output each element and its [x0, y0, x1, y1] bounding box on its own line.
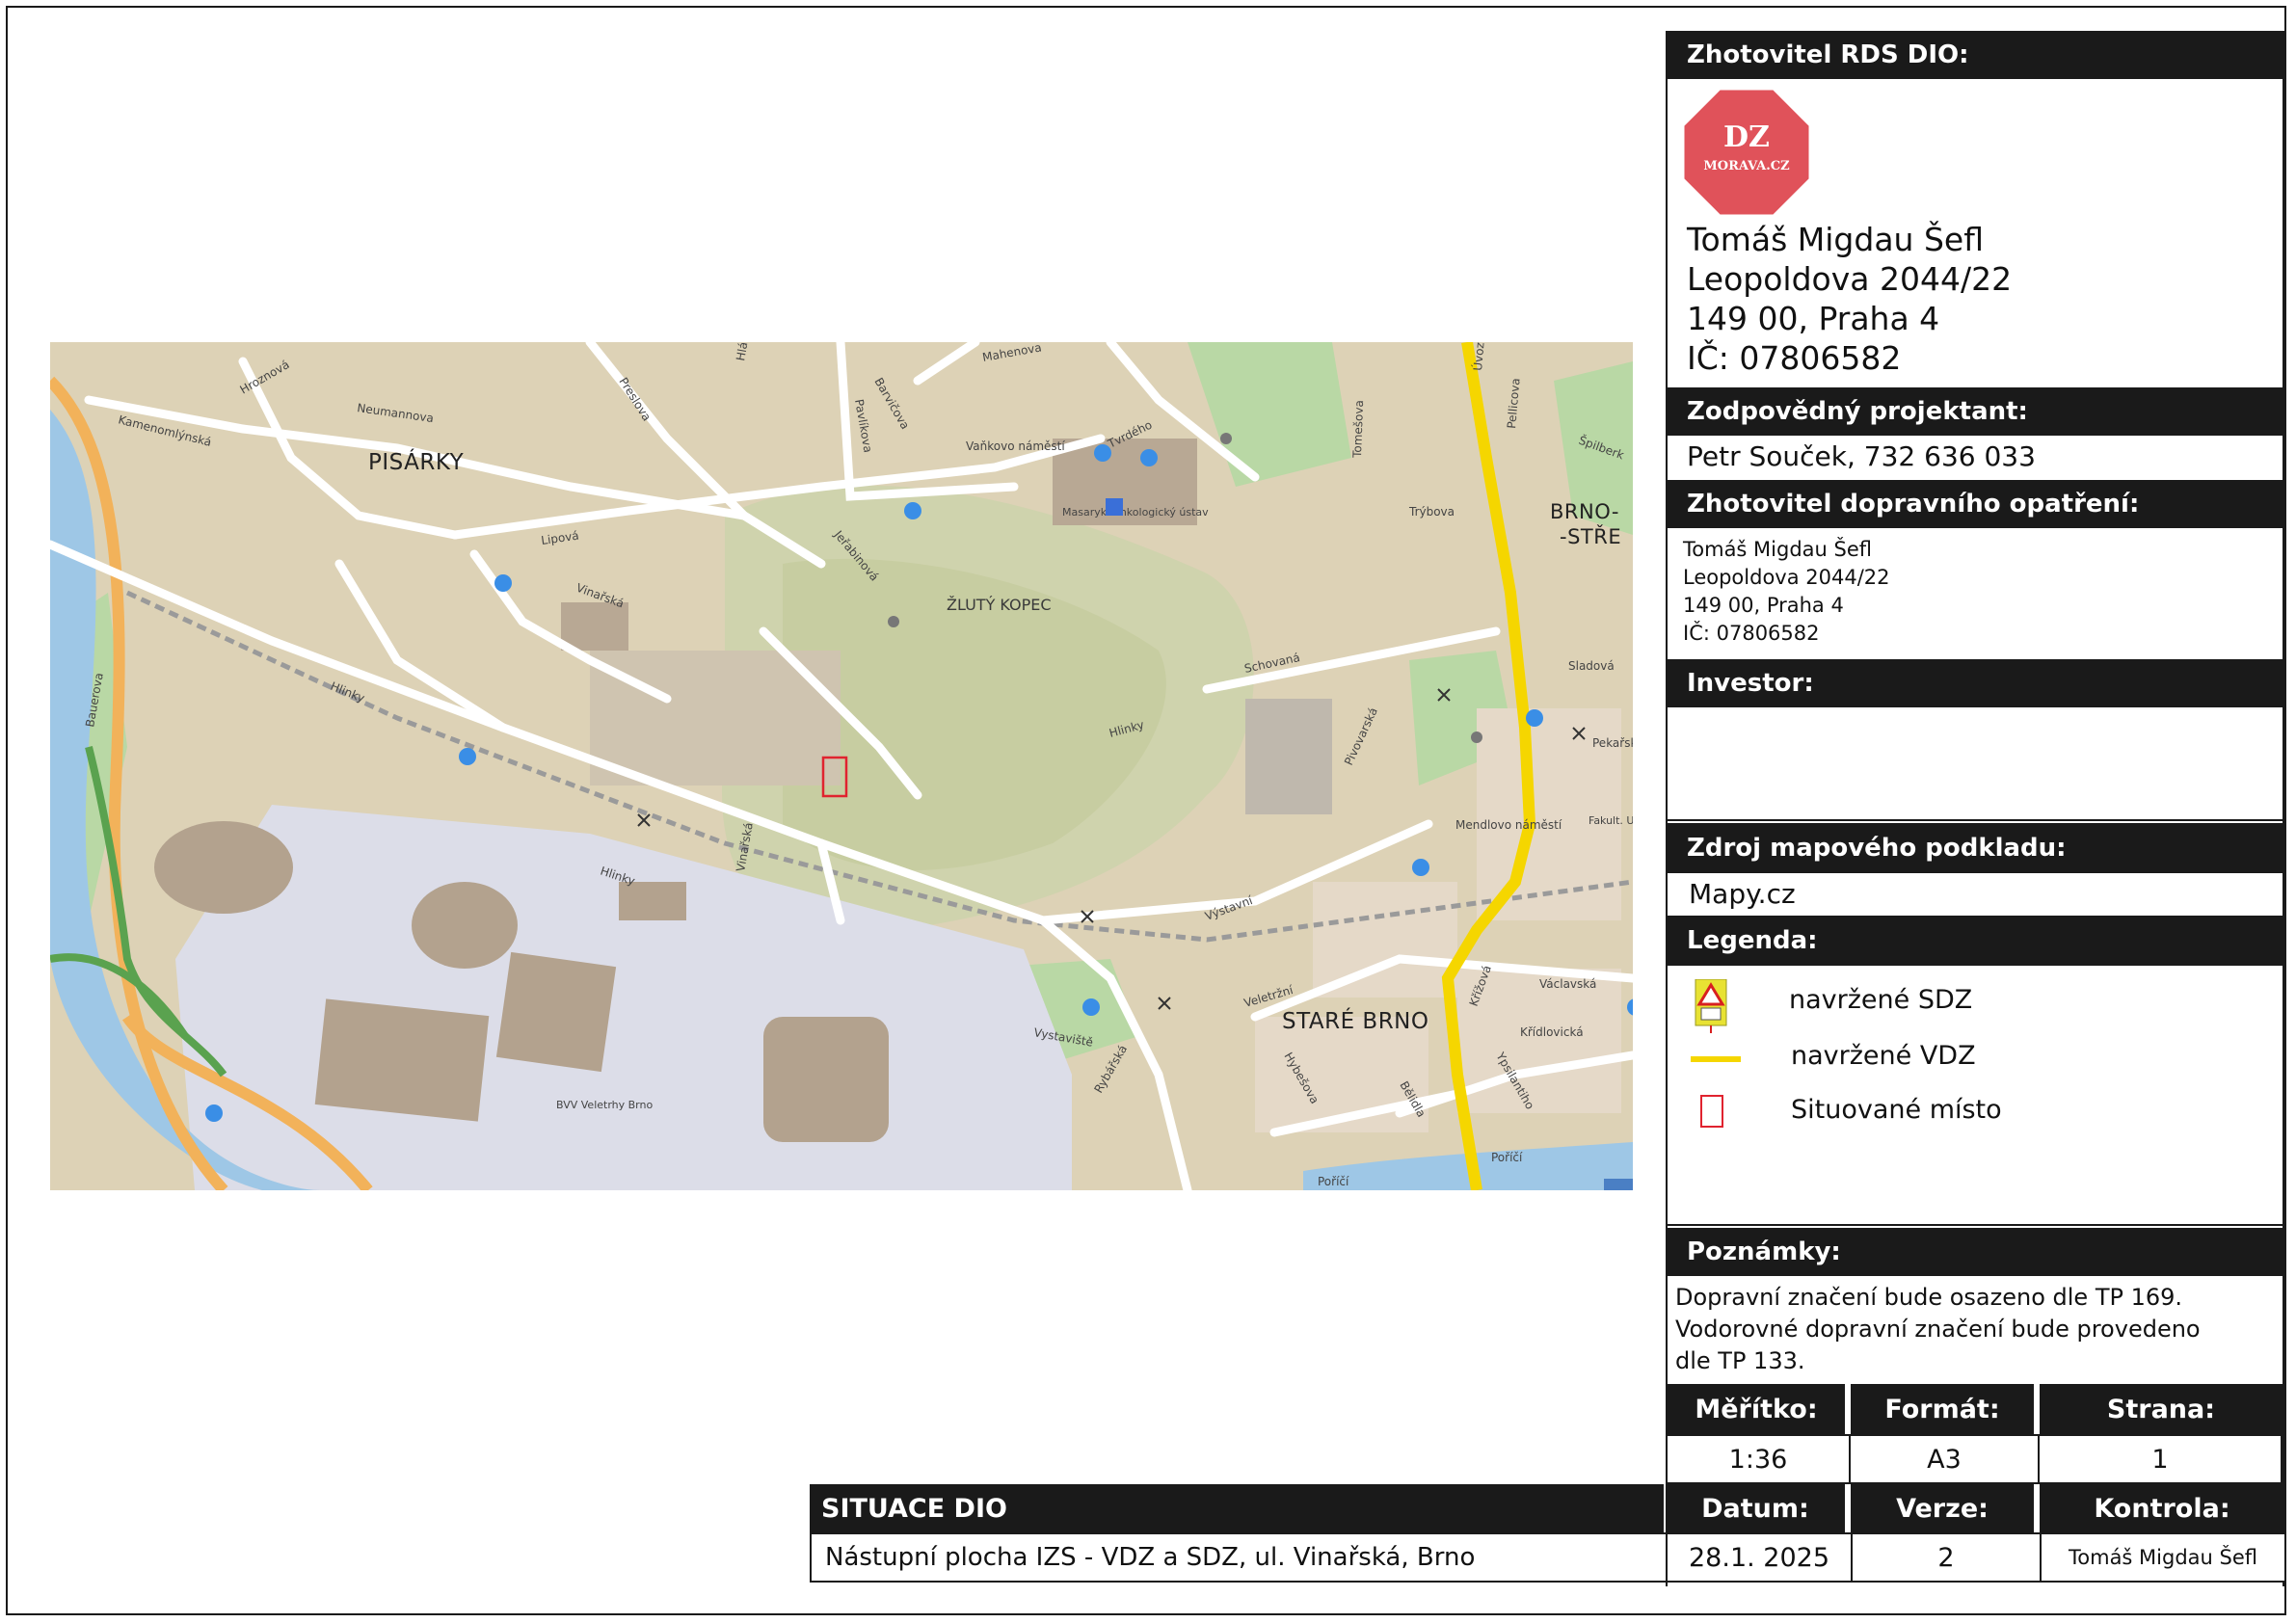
- zhotovitel-street: Leopoldova 2044/22: [1687, 260, 2013, 298]
- legend-label-vdz: navržené VDZ: [1791, 1041, 1976, 1071]
- legenda-header: Legenda:: [1668, 916, 2283, 966]
- zhotovitel-ico: IČ: 07806582: [1687, 339, 1902, 377]
- street-label: Pekařská: [1592, 736, 1633, 750]
- meritko-value: 1:36: [1666, 1434, 1851, 1484]
- sdz-sign-icon: [1695, 979, 1727, 1033]
- vdz-line-icon: [1691, 1056, 1741, 1062]
- verze-value: 2: [1851, 1532, 2042, 1583]
- street-label: Trýbova: [1408, 505, 1455, 519]
- hospital-icon: [1106, 498, 1123, 516]
- format-value: A3: [1849, 1434, 2040, 1484]
- map-view[interactable]: PISÁRKY ŽLUTÝ KOPEC STARÉ BRNO BRNO--STŘ…: [50, 342, 1633, 1190]
- format-label: Formát:: [1851, 1384, 2034, 1434]
- street-label: Poříčí: [1491, 1151, 1523, 1164]
- street-label: Mendlovo náměstí: [1455, 818, 1562, 832]
- poi-label: Masaryk. onkologický ústav: [1062, 506, 1209, 519]
- map-scale-badge: [1604, 1179, 1633, 1190]
- dopravni-address: Tomáš Migdau Šefl Leopoldova 2044/22 149…: [1668, 536, 2283, 648]
- zdroj-header: Zdroj mapového podkladu:: [1668, 823, 2283, 873]
- dopravni-name: Tomáš Migdau Šefl: [1683, 538, 1872, 561]
- dopravni-ico: IČ: 07806582: [1683, 622, 1820, 645]
- street-label: Tomešova: [1350, 400, 1366, 459]
- legend-item-site: Situované místo: [1668, 1087, 2283, 1141]
- svg-text:DZ: DZ: [1723, 120, 1770, 154]
- poznamky-header: Poznámky:: [1668, 1228, 2283, 1276]
- kontrola-value: Tomáš Migdau Šefl: [2040, 1532, 2286, 1583]
- meritko-label: Měřítko:: [1668, 1384, 1845, 1434]
- street-label: Úvoz: [1470, 342, 1487, 371]
- dz-morava-logo: DZ MORAVA.CZ: [1681, 87, 1812, 218]
- dopravni-header: Zhotovitel dopravního opatření:: [1668, 480, 2283, 528]
- verze-label: Verze:: [1851, 1484, 2034, 1532]
- zhotovitel-rds-header: Zhotovitel RDS DIO:: [1668, 31, 2283, 79]
- poznamky-line: Dopravní značení bude osazeno dle TP 169…: [1675, 1284, 2183, 1311]
- zdroj-value: Mapy.cz: [1689, 878, 1796, 910]
- area-label-stare-brno: STARÉ BRNO: [1282, 1007, 1429, 1034]
- dopravni-city: 149 00, Praha 4: [1683, 594, 1844, 617]
- zhotovitel-address: Tomáš Migdau Šefl Leopoldova 2044/22 149…: [1668, 220, 2283, 378]
- kontrola-label: Kontrola:: [2040, 1484, 2284, 1532]
- situace-value: Nástupní plocha IZS - VDZ a SDZ, ul. Vin…: [810, 1532, 1668, 1583]
- datum-value: 28.1. 2025: [1666, 1532, 1853, 1583]
- poi-label: Fakult. U sv.: [1589, 814, 1633, 827]
- situace-label: SITUACE DIO: [810, 1484, 1664, 1532]
- legend-item-vdz: navržené VDZ: [1668, 1033, 2283, 1087]
- area-label-zluty-kopec: ŽLUTÝ KOPEC: [947, 596, 1052, 614]
- dopravni-street: Leopoldova 2044/22: [1683, 566, 1890, 589]
- legend-label-sdz: navržené SDZ: [1789, 985, 1973, 1015]
- projektant-header: Zodpovědný projektant:: [1668, 387, 2283, 436]
- street-label: Vaňkovo náměstí: [966, 439, 1065, 453]
- street-label: Křídlovická: [1520, 1025, 1584, 1039]
- poznamky-line: Vodorovné dopravní značení bude proveden…: [1675, 1316, 2201, 1343]
- svg-text:MORAVA.CZ: MORAVA.CZ: [1703, 159, 1790, 173]
- poznamky-text: Dopravní značení bude osazeno dle TP 169…: [1668, 1282, 2283, 1377]
- street-label: Poříčí: [1318, 1175, 1349, 1188]
- poznamky-line: dle TP 133.: [1675, 1347, 1805, 1374]
- area-label-pisarky: PISÁRKY: [368, 448, 465, 475]
- title-block-panel: Zhotovitel RDS DIO: DZ MORAVA.CZ Tomáš M…: [1666, 31, 2284, 1586]
- site-rect-icon: [1700, 1095, 1723, 1128]
- strana-label: Strana:: [2040, 1384, 2283, 1434]
- street-label: Václavská: [1539, 977, 1596, 991]
- legend-label-site: Situované místo: [1791, 1095, 2002, 1125]
- legend-item-sdz: navržené SDZ: [1668, 975, 2283, 1033]
- datum-label: Datum:: [1666, 1484, 1845, 1532]
- street-label: Sladová: [1568, 659, 1615, 673]
- investor-header: Investor:: [1668, 659, 2283, 707]
- zhotovitel-name: Tomáš Migdau Šefl: [1687, 221, 1984, 258]
- projektant-value: Petr Souček, 732 636 033: [1687, 440, 2036, 472]
- poi-label: BVV Veletrhy Brno: [556, 1099, 653, 1111]
- zhotovitel-city: 149 00, Praha 4: [1687, 300, 1940, 337]
- strana-value: 1: [2038, 1434, 2283, 1484]
